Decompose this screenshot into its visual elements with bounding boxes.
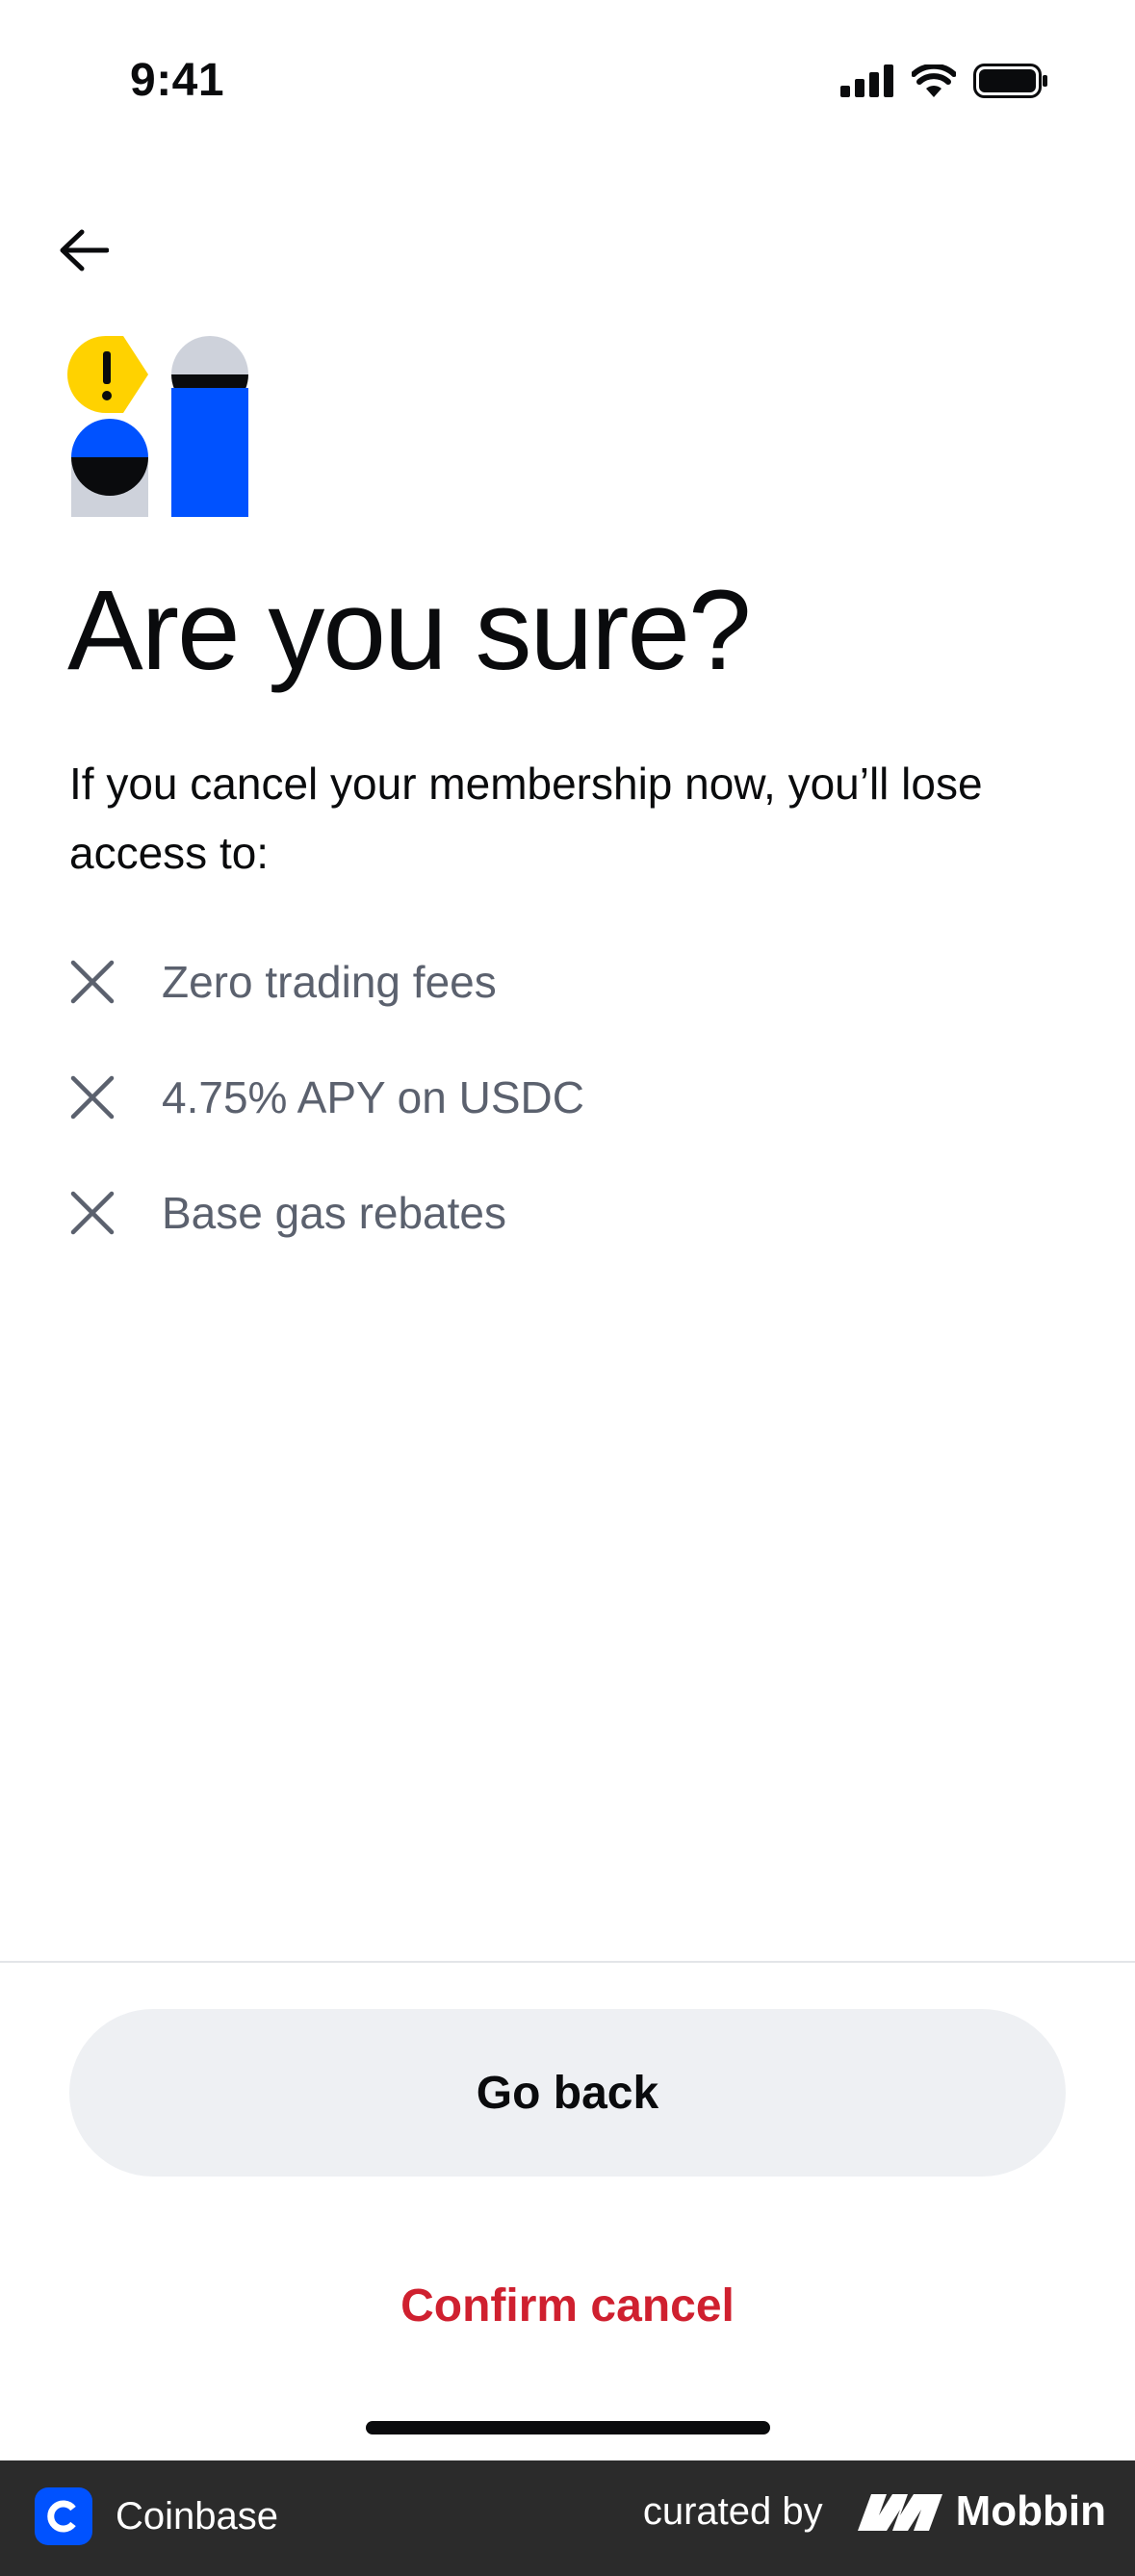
attribution-footer: Coinbase curated by Mobbin (0, 2460, 1135, 2576)
footer-credit: curated by Mobbin (643, 2487, 1106, 2536)
mobbin-logo-icon (857, 2494, 942, 2531)
warning-illustration (67, 336, 248, 517)
status-icons (840, 64, 1048, 98)
cancel-description: If you cancel your membership now, you’l… (69, 759, 983, 878)
close-x-icon (70, 960, 115, 1004)
mobbin-brand: Mobbin (857, 2487, 1106, 2536)
footer-curated-label: curated by (642, 2489, 823, 2533)
list-item: Zero trading fees (69, 924, 1032, 1040)
footer-app: Coinbase (35, 2487, 278, 2545)
signal-icon (840, 64, 893, 97)
battery-icon (973, 64, 1047, 98)
list-item: 4.75% APY on USDC (69, 1040, 1032, 1155)
home-indicator (366, 2421, 770, 2434)
list-item: Base gas rebates (69, 1155, 1032, 1271)
close-x-icon (70, 1191, 115, 1235)
status-time: 9:41 (130, 55, 225, 106)
benefit-label: Zero trading fees (162, 957, 497, 1007)
wifi-icon (912, 64, 956, 97)
page-title: Are you sure? (67, 567, 752, 694)
back-arrow-icon (60, 229, 109, 271)
mobbin-wordmark: Mobbin (955, 2487, 1106, 2535)
status-bar: 9:41 (0, 0, 1135, 154)
confirm-cancel-button[interactable]: Confirm cancel (69, 2253, 1066, 2358)
footer-app-name: Coinbase (116, 2494, 279, 2537)
back-button[interactable] (50, 217, 117, 284)
benefit-label: Base gas rebates (162, 1188, 507, 1238)
lost-benefits-list: Zero trading fees 4.75% APY on USDC Base… (69, 924, 1032, 1271)
coinbase-logo-icon (35, 2487, 92, 2545)
go-back-button[interactable]: Go back (69, 2009, 1066, 2177)
close-x-icon (70, 1075, 115, 1120)
benefit-label: 4.75% APY on USDC (162, 1072, 584, 1122)
divider (0, 1961, 1135, 1963)
